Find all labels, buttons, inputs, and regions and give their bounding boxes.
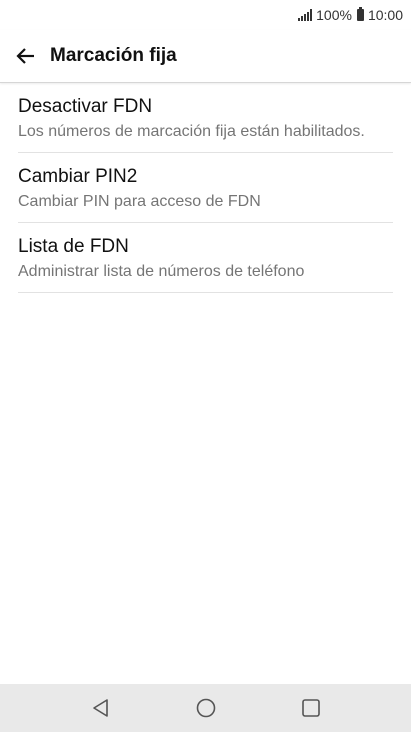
item-subtitle: Los números de marcación fija están habi…	[18, 123, 365, 140]
item-title: Lista de FDN	[18, 236, 129, 257]
page-title: Marcación fija	[50, 45, 177, 66]
app-bar: Marcación fija	[0, 30, 411, 83]
item-title: Cambiar PIN2	[18, 166, 138, 187]
recents-square-icon	[301, 699, 320, 717]
nav-recents-button[interactable]	[258, 684, 363, 732]
status-bar: 100% 10:00	[0, 0, 411, 30]
settings-list: Desactivar FDN Los números de marcación …	[18, 83, 393, 293]
item-title: Desactivar FDN	[18, 96, 153, 117]
back-button[interactable]	[0, 30, 52, 82]
clock: 10:00	[367, 7, 403, 23]
item-subtitle: Administrar lista de números de teléfono	[18, 263, 305, 280]
item-subtitle: Cambiar PIN para acceso de FDN	[18, 193, 261, 210]
battery-icon	[356, 7, 364, 21]
navigation-bar	[0, 684, 411, 732]
phone-screen: 100% 10:00 Marcación fija Desactivar FDN…	[0, 0, 411, 732]
signal-icon	[298, 9, 313, 21]
nav-back-button[interactable]	[48, 684, 153, 732]
settings-item-desactivar-fdn[interactable]: Desactivar FDN Los números de marcación …	[18, 83, 393, 153]
back-triangle-icon	[92, 699, 108, 717]
battery-percent: 100%	[316, 7, 352, 23]
settings-item-lista-de-fdn[interactable]: Lista de FDN Administrar lista de número…	[18, 223, 393, 293]
nav-home-button[interactable]	[153, 684, 258, 732]
home-circle-icon	[196, 698, 215, 718]
settings-item-cambiar-pin2[interactable]: Cambiar PIN2 Cambiar PIN para acceso de …	[18, 153, 393, 223]
arrow-left-icon	[16, 48, 34, 64]
